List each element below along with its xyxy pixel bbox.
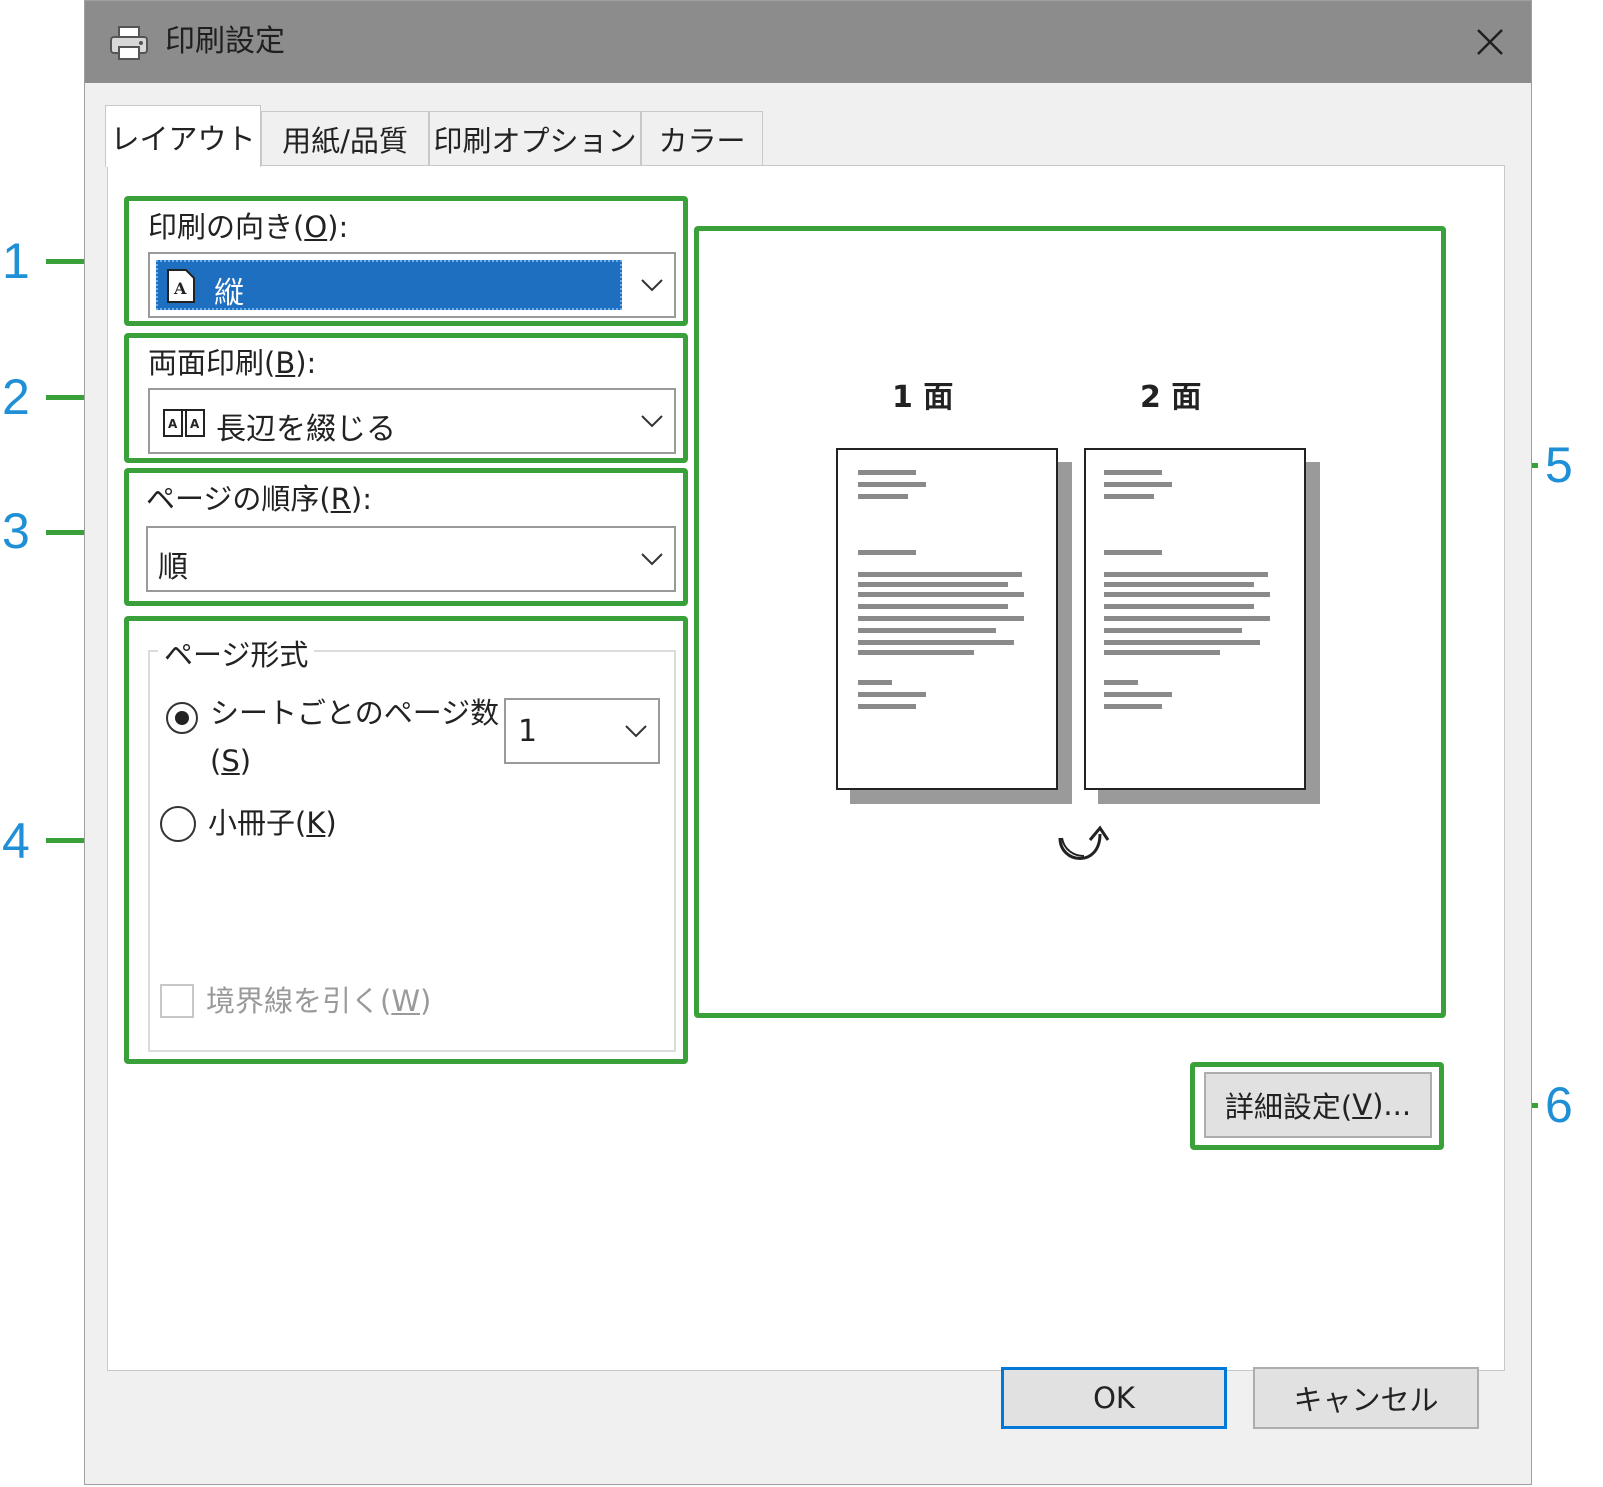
orientation-label: 印刷の向き(O): <box>148 210 349 244</box>
orientation-value: 縦 <box>214 276 244 311</box>
callout-number-3: 3 <box>2 503 30 559</box>
book-binding-icon: A A <box>163 409 205 437</box>
layout-preview: 1 面 2 面 <box>702 232 1446 1016</box>
page-order-label: ページの順序(R): <box>146 482 372 516</box>
booklet-radio[interactable]: 小冊子(K) <box>160 806 337 842</box>
page-order-select[interactable]: 順 <box>146 526 676 592</box>
page-format-legend: ページ形式 <box>158 632 315 674</box>
chevron-down-icon <box>641 553 663 566</box>
ok-button[interactable]: OK <box>1001 1367 1227 1429</box>
advanced-settings-button[interactable]: 詳細設定(V)... <box>1204 1072 1432 1138</box>
pages-per-sheet-radio[interactable]: シートごとのページ数 (S) <box>166 696 499 778</box>
close-button[interactable] <box>1459 11 1521 73</box>
tab-color[interactable]: カラー <box>641 111 763 165</box>
cancel-button[interactable]: キャンセル <box>1253 1367 1479 1429</box>
page-2-label: 2 面 <box>1140 380 1202 415</box>
svg-text:A: A <box>173 279 187 298</box>
pages-per-sheet-value: 1 <box>518 714 538 749</box>
orientation-select[interactable]: A 縦 <box>148 252 676 318</box>
print-settings-dialog: 印刷設定 レイアウト 用紙/品質 印刷オプション カラー 印刷の向き(O): A… <box>84 0 1532 1485</box>
duplex-select[interactable]: A A 長辺を綴じる <box>148 388 676 454</box>
flip-page-icon <box>1058 825 1110 860</box>
callout-number-4: 4 <box>2 813 30 869</box>
tab-print-options[interactable]: 印刷オプション <box>429 111 641 165</box>
preview-page-1 <box>836 448 1058 790</box>
portrait-page-icon: A <box>167 269 195 303</box>
tab-layout[interactable]: レイアウト <box>105 105 261 167</box>
preview-page-2 <box>1084 448 1306 790</box>
booklet-label: 小冊子(K) <box>208 806 337 840</box>
radio-button-unselected[interactable] <box>160 806 196 842</box>
printer-icon <box>110 26 148 60</box>
svg-text:A: A <box>168 417 178 431</box>
callout-number-1: 1 <box>2 233 30 289</box>
title-bar[interactable]: 印刷設定 <box>85 1 1531 83</box>
callout-number-2: 2 <box>2 369 30 425</box>
duplex-label: 両面印刷(B): <box>148 346 317 380</box>
checkbox-unchecked[interactable] <box>160 984 194 1018</box>
radio-button-selected[interactable] <box>166 702 198 734</box>
pages-per-sheet-label: シートごとのページ数 (S) <box>210 696 500 778</box>
draw-borders-label: 境界線を引く(W) <box>206 984 432 1018</box>
chevron-down-icon <box>625 725 647 738</box>
chevron-down-icon <box>641 415 663 428</box>
close-icon <box>1477 29 1503 55</box>
layout-tab-panel: 印刷の向き(O): A 縦 両面印刷(B): A A 長辺を綴じる ページの順序… <box>107 165 1505 1371</box>
page-order-value: 順 <box>158 550 188 585</box>
duplex-value: 長辺を綴じる <box>216 412 396 447</box>
page-1-label: 1 面 <box>892 380 954 415</box>
svg-text:A: A <box>190 417 200 431</box>
chevron-down-icon <box>641 279 663 292</box>
draw-borders-checkbox[interactable]: 境界線を引く(W) <box>160 984 431 1018</box>
pages-per-sheet-select[interactable]: 1 <box>504 698 660 764</box>
tab-paper-quality[interactable]: 用紙/品質 <box>261 111 429 165</box>
callout-number-6: 6 <box>1545 1077 1573 1133</box>
callout-number-5: 5 <box>1545 437 1573 493</box>
window-title: 印刷設定 <box>165 24 285 59</box>
